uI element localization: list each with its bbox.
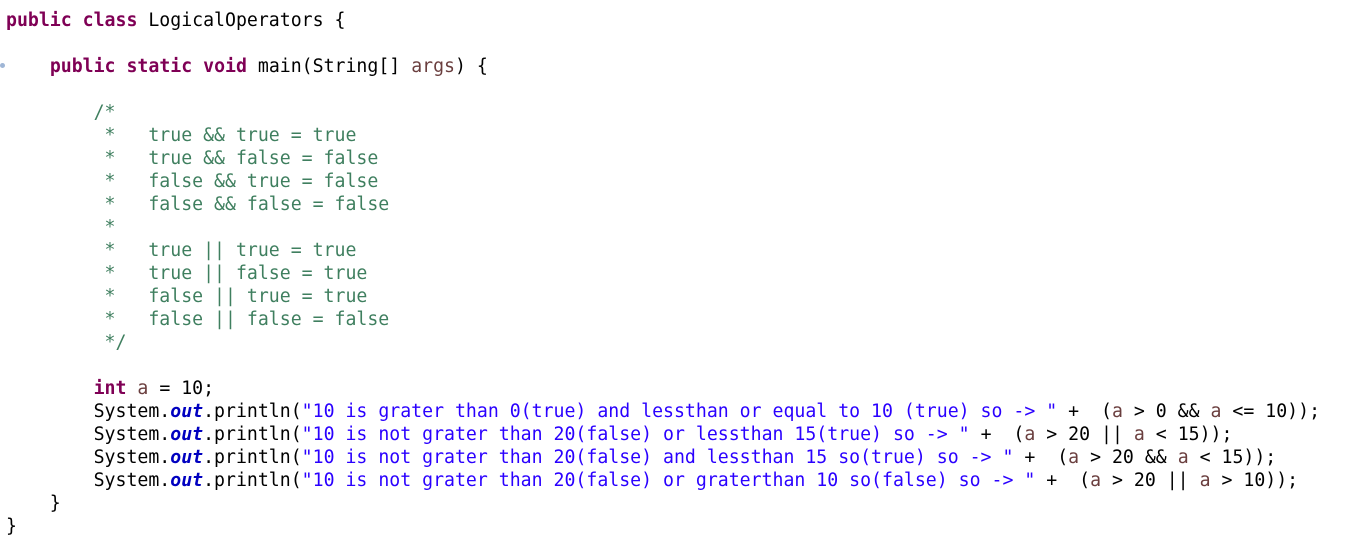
code-line: public class LogicalOperators {	[6, 10, 346, 31]
code-line: * false && false = false	[6, 194, 390, 215]
code-line: * true || false = true	[6, 263, 368, 284]
code-line: * false || true = true	[6, 286, 368, 307]
code-line: /*	[6, 102, 116, 123]
code-line: int a = 10;	[93, 378, 215, 399]
breakpoint-marker-icon[interactable]	[0, 63, 5, 68]
code-editor[interactable]: public class LogicalOperators { public s…	[6, 9, 1369, 545]
code-line: * true && true = true	[6, 125, 357, 146]
code-line: * true || true = true	[6, 240, 357, 261]
code-line: }	[6, 516, 17, 537]
code-line: */	[6, 332, 127, 353]
code-line: System.out.println("10 is not grater tha…	[6, 447, 1277, 468]
code-line: System.out.println("10 is not grater tha…	[6, 424, 1233, 445]
code-line: * false && true = false	[6, 171, 379, 192]
code-line: System.out.println("10 is grater than 0(…	[6, 401, 1321, 422]
code-line: public static void main(String[] args) {	[49, 56, 488, 77]
code-line: }	[6, 493, 61, 514]
code-line: * true && false = false	[6, 148, 379, 169]
code-line: *	[6, 217, 116, 238]
code-line: System.out.println("10 is not grater tha…	[6, 470, 1299, 491]
code-line: * false || false = false	[6, 309, 390, 330]
